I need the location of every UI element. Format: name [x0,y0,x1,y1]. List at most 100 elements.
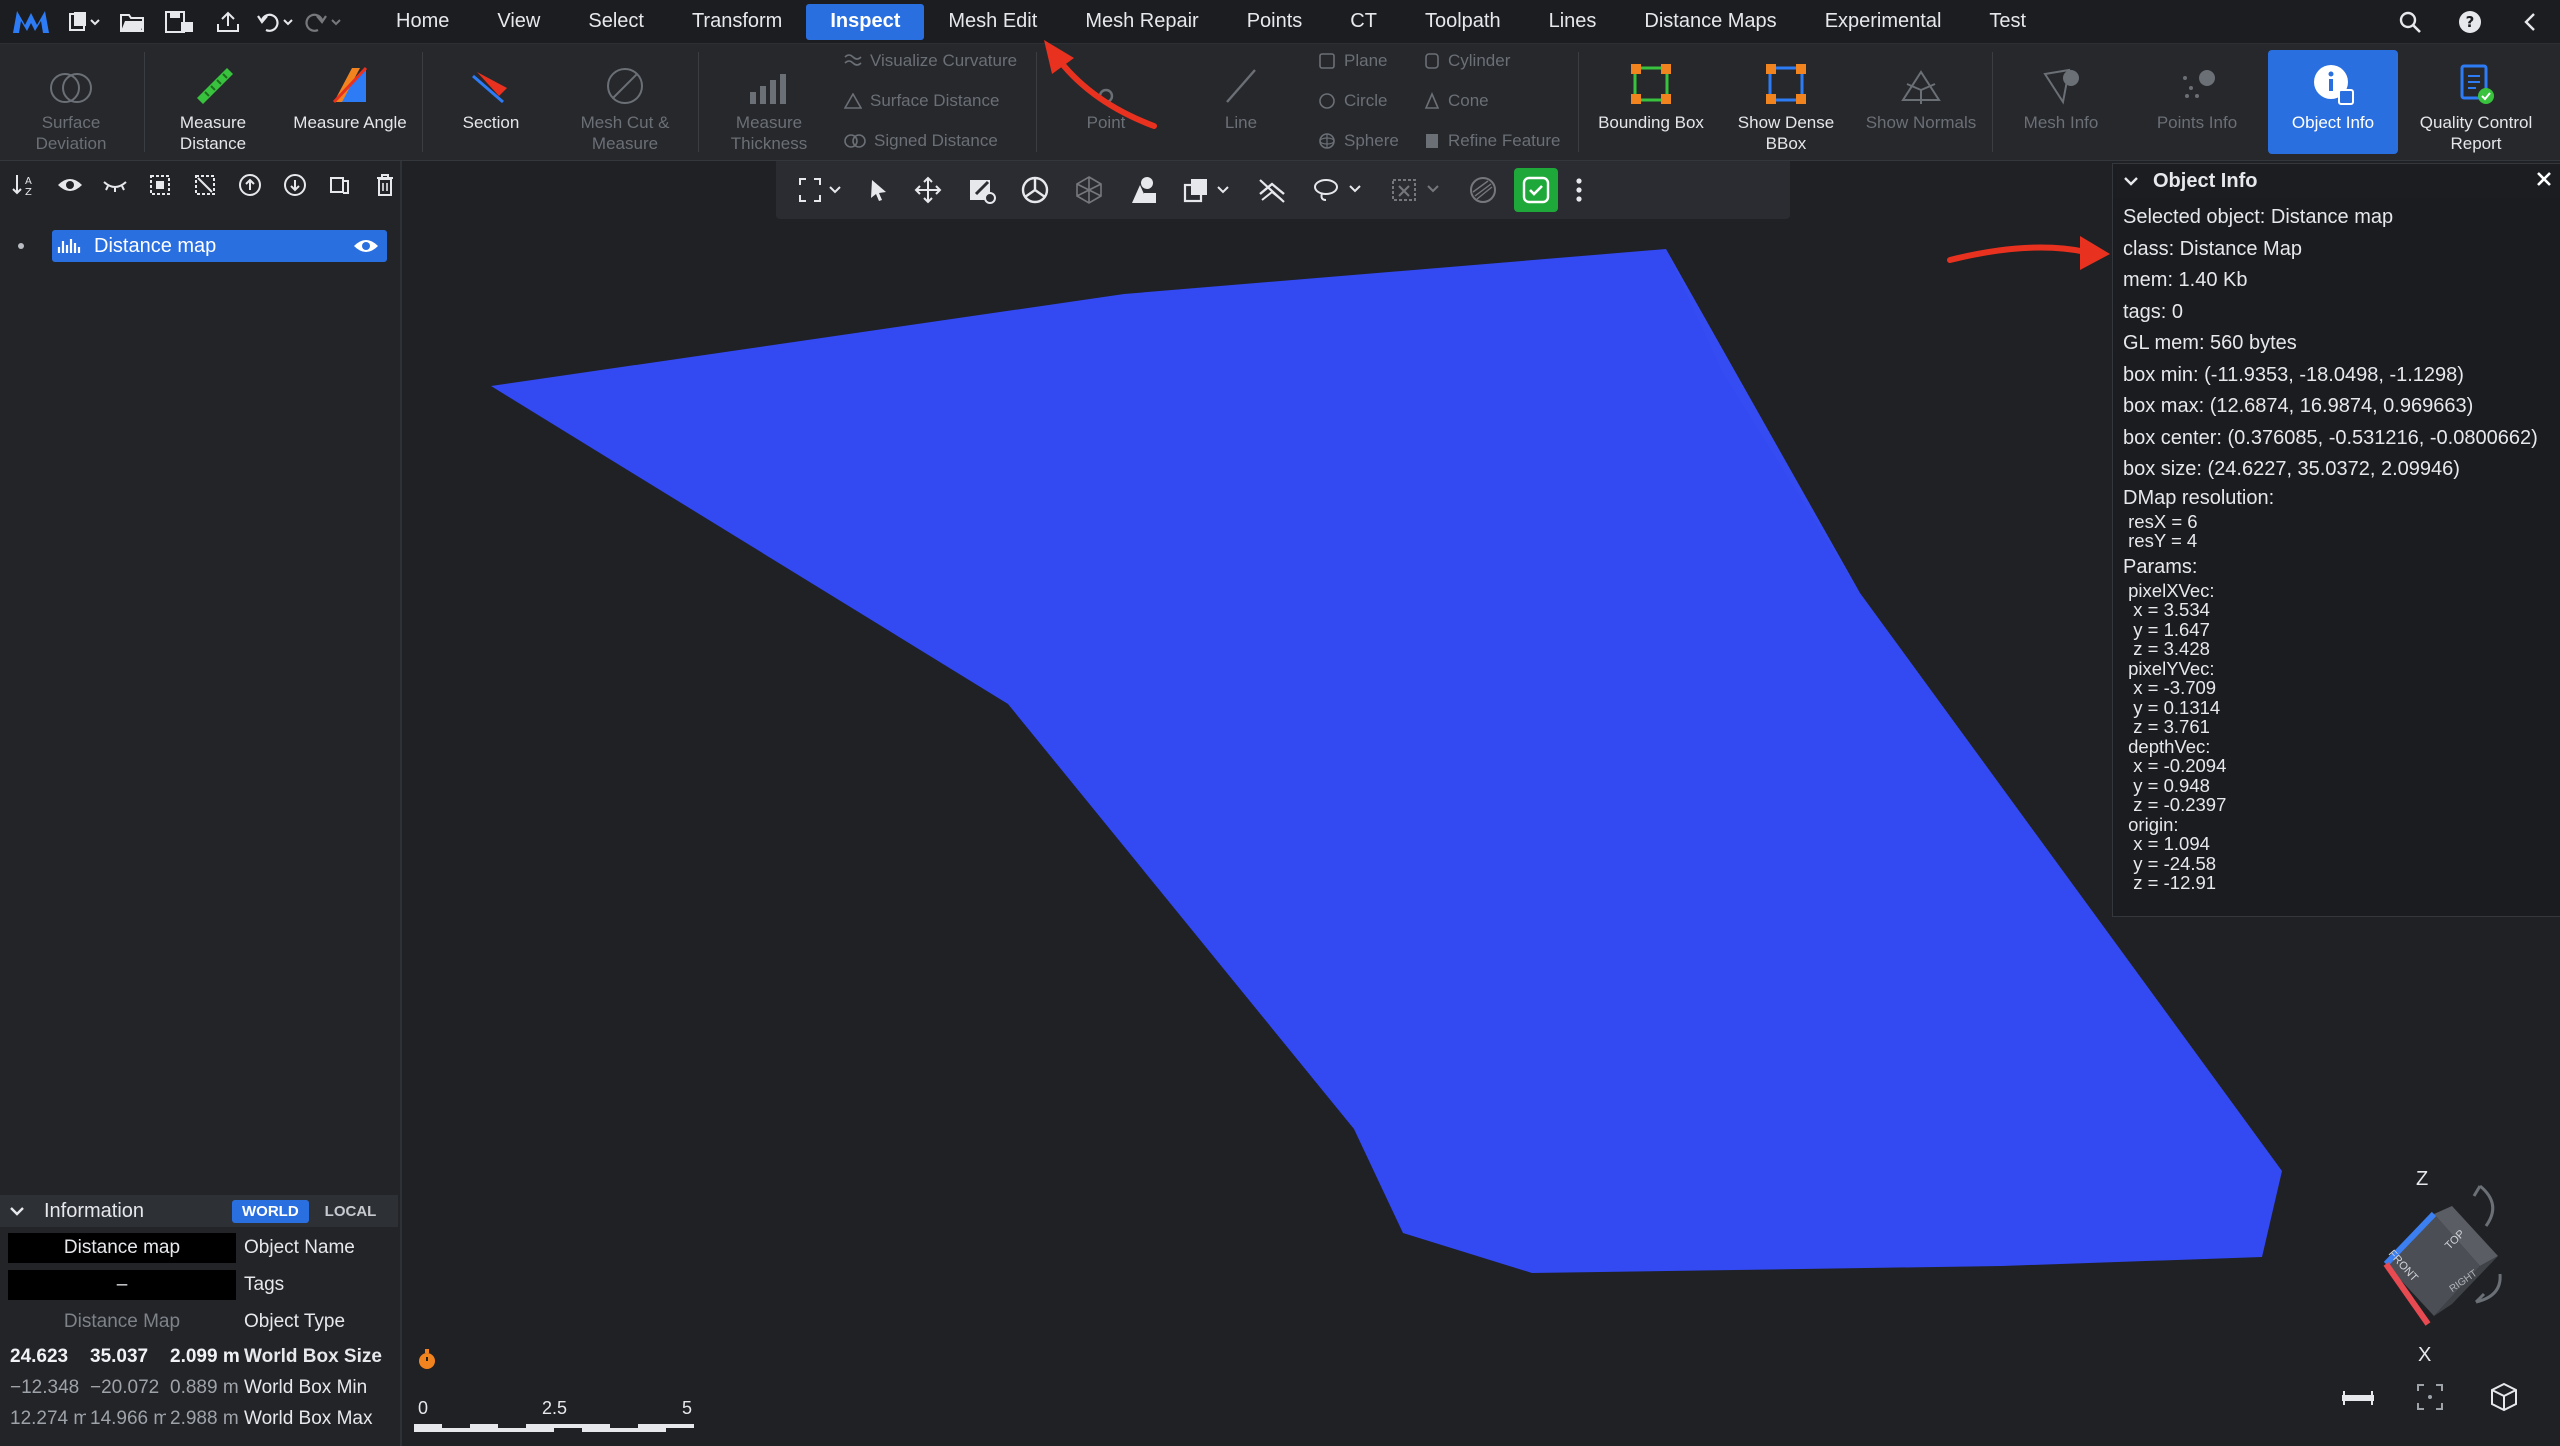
points-info-button[interactable]: Points Info [2130,44,2264,160]
information-header[interactable]: Information WORLD LOCAL [0,1195,398,1227]
signed-distance-button[interactable]: Signed Distance [844,126,998,156]
clipping-box-icon[interactable] [1174,168,1240,212]
menu-lines[interactable]: Lines [1525,4,1621,40]
view-cube-toggle-icon[interactable] [2488,1381,2520,1413]
bounding-box-label: Bounding Box [1598,113,1704,132]
plane-button[interactable]: Plane [1318,46,1387,76]
menu-inspect[interactable]: Inspect [806,3,925,40]
app-logo[interactable] [0,0,62,43]
menu-bar: Home View Select Transform Inspect Mesh … [0,0,2560,44]
visibility-eye-icon[interactable] [353,236,379,256]
menu-view[interactable]: View [473,4,564,40]
measure-distance-button[interactable]: Measure Distance [150,44,276,160]
confirm-check-icon[interactable] [1514,168,1558,212]
surface-distance-button[interactable]: Surface Distance [844,86,999,116]
fit-view-icon[interactable] [790,168,852,212]
view-cube[interactable]: Z X FRONT TOP RIGHT [2330,1164,2530,1366]
transform-object-icon[interactable] [958,168,1004,212]
box-min-z: 0.889 m [170,1377,239,1398]
fit-selection-icon[interactable] [2414,1381,2446,1413]
measure-thickness-button[interactable]: Measure Thickness [704,44,834,160]
mesh-info-button[interactable]: Mesh Info [1996,44,2126,160]
local-toggle[interactable]: LOCAL [315,1200,387,1223]
menu-mesh-edit[interactable]: Mesh Edit [924,4,1061,40]
menu-test[interactable]: Test [1965,4,2050,40]
section-button[interactable]: Section [428,44,554,160]
deselect-all-icon[interactable] [190,169,221,201]
quality-control-report-button[interactable]: Quality Control Report [2404,44,2548,160]
lasso-select-icon[interactable] [1304,168,1374,212]
cylinder-label: Cylinder [1448,51,1511,70]
delete-icon[interactable] [369,169,400,201]
box-select-icon[interactable] [1382,168,1452,212]
measure-angle-button[interactable]: Measure Angle [280,44,420,160]
object-info-button[interactable]: Object Info [2268,50,2398,154]
search-icon[interactable] [2380,0,2440,43]
world-toggle[interactable]: WORLD [232,1199,309,1223]
move-arrows-icon[interactable] [906,168,950,212]
more-options-icon[interactable] [1566,168,1592,212]
object-info-header[interactable]: Object Info [2113,164,2560,198]
timer-icon[interactable] [416,1347,438,1371]
mesh-info-label: Mesh Info [2023,113,2099,132]
move-up-icon[interactable] [234,169,265,201]
refine-feature-button[interactable]: Refine Feature [1424,126,1560,156]
select-all-icon[interactable] [145,169,176,201]
sort-icon[interactable]: AZ [10,169,41,201]
cylinder-button[interactable]: Cylinder [1424,46,1510,76]
save-icon[interactable] [158,3,202,41]
circle-button[interactable]: Circle [1318,86,1387,116]
sphere-button[interactable]: Sphere [1318,126,1399,156]
ruler-toggle-icon[interactable] [2340,1387,2376,1409]
scale-label-0: 0 [418,1398,429,1418]
pixel-x-vec-x: x = 3.534 [2123,599,2210,620]
show-normals-button[interactable]: Show Normals [1854,44,1988,160]
thickness-icon [746,50,792,106]
surface-deviation-button[interactable]: Surface Deviation [0,44,142,160]
menu-home[interactable]: Home [372,4,473,40]
hide-plane-icon[interactable] [1248,168,1296,212]
menu-ct[interactable]: CT [1326,4,1401,40]
show-all-eye-icon[interactable] [55,169,86,201]
tags-text: tags: 0 [2123,300,2184,323]
export-icon[interactable] [206,3,250,41]
show-dense-bbox-button[interactable]: Show Dense BBox [1722,44,1850,160]
collapse-chevron-icon[interactable] [2500,0,2560,43]
menu-select[interactable]: Select [564,4,668,40]
cone-button[interactable]: Cone [1424,86,1489,116]
new-scene-icon[interactable] [62,3,106,41]
copy-object-icon[interactable] [324,169,355,201]
menu-transform[interactable]: Transform [668,4,806,40]
menu-distance-maps[interactable]: Distance Maps [1620,4,1800,40]
box-min-text: box min: (-11.9353, -18.0498, -1.1298) [2123,363,2464,386]
hide-all-eye-icon[interactable] [100,169,131,201]
disable-icon[interactable] [1460,168,1506,212]
move-down-icon[interactable] [279,169,310,201]
mesh-gizmo-icon[interactable] [1066,168,1112,212]
point-button[interactable]: Point [1042,44,1170,160]
object-name-field[interactable]: Distance map [8,1233,236,1263]
scene-item-distance-map[interactable]: Distance map [52,230,387,262]
objects-icon[interactable] [1120,168,1166,212]
mesh-cut-measure-button[interactable]: Mesh Cut & Measure [556,44,694,160]
menu-experimental[interactable]: Experimental [1801,4,1966,40]
rotate-gizmo-icon[interactable] [1012,168,1058,212]
ribbon-separator [1036,52,1037,152]
origin-x: x = 1.094 [2123,833,2210,854]
box-max-y: 14.966 m [90,1408,166,1429]
help-icon[interactable]: ? [2440,0,2500,43]
bounding-box-button[interactable]: Bounding Box [1584,44,1718,160]
pointer-select-icon[interactable] [860,168,898,212]
line-button[interactable]: Line [1176,44,1306,160]
visualize-curvature-button[interactable]: Visualize Curvature [844,46,1017,76]
menu-mesh-repair[interactable]: Mesh Repair [1061,4,1222,40]
open-folder-icon[interactable] [110,3,154,41]
menu-points[interactable]: Points [1223,4,1327,40]
tags-field[interactable]: – [8,1270,236,1300]
pixel-y-vec-z: z = 3.761 [2123,716,2210,737]
close-icon[interactable] [2533,168,2555,190]
signed-distance-label: Signed Distance [874,131,998,150]
undo-icon[interactable] [254,3,298,41]
menu-toolpath[interactable]: Toolpath [1401,4,1525,40]
redo-icon[interactable] [302,3,346,41]
